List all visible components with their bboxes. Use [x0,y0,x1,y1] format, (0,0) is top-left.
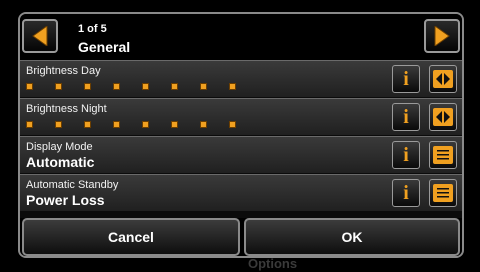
left-right-arrows-icon [433,70,453,88]
background-options-label: Options [248,256,298,271]
info-button[interactable]: i [392,141,420,169]
setting-label: Brightness Day [26,65,101,77]
arrow-right-icon [434,26,450,46]
info-icon: i [403,144,409,166]
setting-row-automatic-standby[interactable]: Automatic Standby Power Loss i [20,174,462,211]
info-icon: i [403,68,409,90]
adjust-button[interactable] [429,103,457,131]
left-right-arrows-icon [433,108,453,126]
info-icon: i [403,182,409,204]
options-list-button[interactable] [429,179,457,207]
setting-label: Display Mode [26,141,93,153]
page-counter: 1 of 5 [78,23,107,35]
setting-row-brightness-night[interactable]: Brightness Night i [20,98,462,135]
setting-label: Automatic Standby [26,179,119,191]
info-button[interactable]: i [392,179,420,207]
arrow-left-icon [32,26,48,46]
cancel-button[interactable]: Cancel [22,218,240,256]
page-title: General [78,39,131,55]
options-list-button[interactable] [429,141,457,169]
adjust-button[interactable] [429,65,457,93]
info-icon: i [403,106,409,128]
settings-dialog: 1 of 5 General Brightness Day i Brightne… [18,12,464,258]
info-button[interactable]: i [392,103,420,131]
setting-label: Brightness Night [26,103,107,115]
setting-row-brightness-day[interactable]: Brightness Day i [20,60,462,97]
setting-row-display-mode[interactable]: Display Mode Automatic i [20,136,462,173]
setting-value: Power Loss [26,192,105,208]
dialog-footer: Cancel OK [20,218,462,256]
next-page-button[interactable] [424,19,460,53]
ok-button[interactable]: OK [244,218,460,256]
setting-value: Automatic [26,154,95,170]
dialog-header: 1 of 5 General [20,14,462,60]
info-button[interactable]: i [392,65,420,93]
list-icon [433,184,453,202]
list-icon [433,146,453,164]
previous-page-button[interactable] [22,19,58,53]
